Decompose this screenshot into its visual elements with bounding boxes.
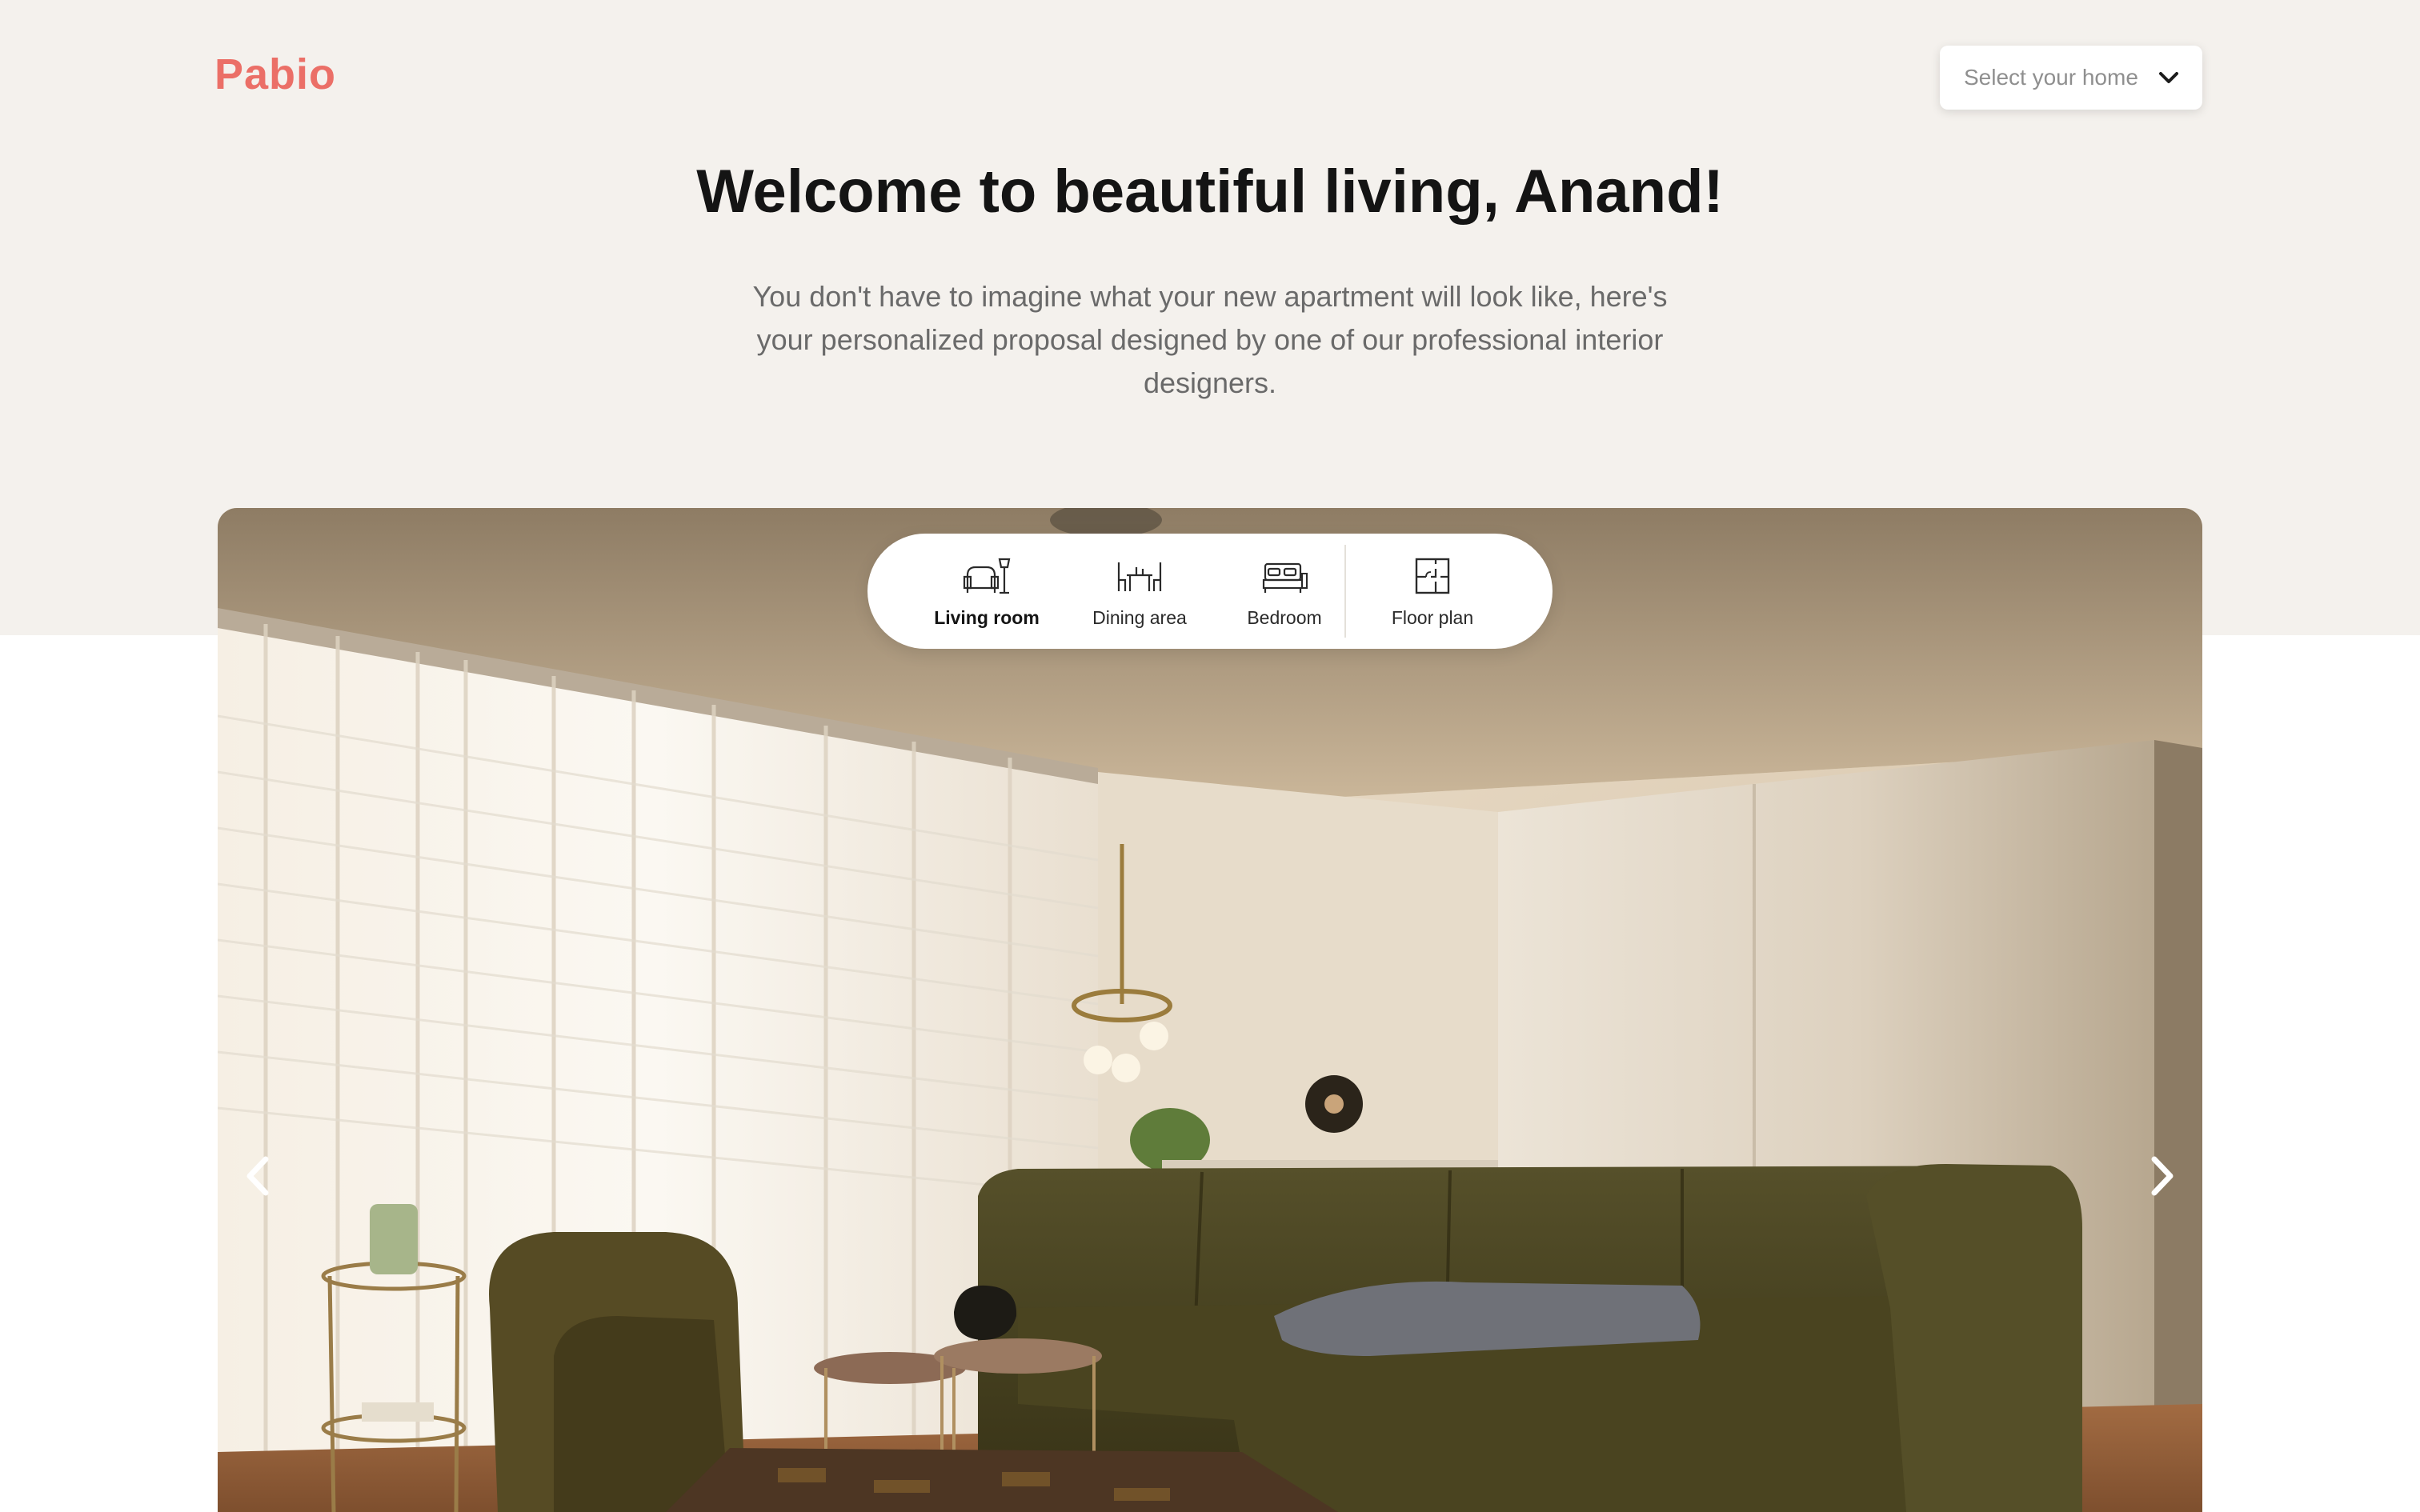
armchair-lamp-icon (963, 558, 1011, 594)
tab-floor-plan[interactable]: Floor plan (1356, 534, 1509, 649)
home-select-dropdown[interactable]: Select your home (1940, 46, 2202, 110)
home-select-placeholder: Select your home (1964, 65, 2138, 90)
tab-divider (1344, 545, 1346, 638)
chevron-left-icon[interactable] (230, 1148, 286, 1204)
tab-label: Living room (934, 607, 1040, 628)
chevron-right-icon[interactable] (2134, 1148, 2190, 1204)
brand-logo[interactable]: Pabio (214, 50, 336, 99)
intro-text: You don't have to imagine what your new … (752, 280, 1668, 399)
tab-label: Floor plan (1391, 607, 1474, 628)
room-tab-bar: Living room Dining area Bedroom Floor pl… (867, 534, 1553, 649)
tab-bedroom[interactable]: Bedroom (1216, 534, 1352, 649)
room-image-carousel: Living room Dining area Bedroom Floor pl… (218, 508, 2202, 1512)
living-room-render (218, 508, 2202, 1512)
tab-living-room[interactable]: Living room (911, 534, 1063, 649)
page-title: Welcome to beautiful living, Anand! (696, 158, 1724, 226)
bed-icon (1262, 562, 1308, 593)
chevron-down-icon (2159, 72, 2178, 83)
dining-table-icon (1117, 562, 1162, 591)
tab-label: Bedroom (1247, 607, 1322, 628)
tab-dining-area[interactable]: Dining area (1068, 534, 1212, 649)
tab-label: Dining area (1092, 607, 1187, 628)
floor-plan-icon (1415, 558, 1450, 594)
